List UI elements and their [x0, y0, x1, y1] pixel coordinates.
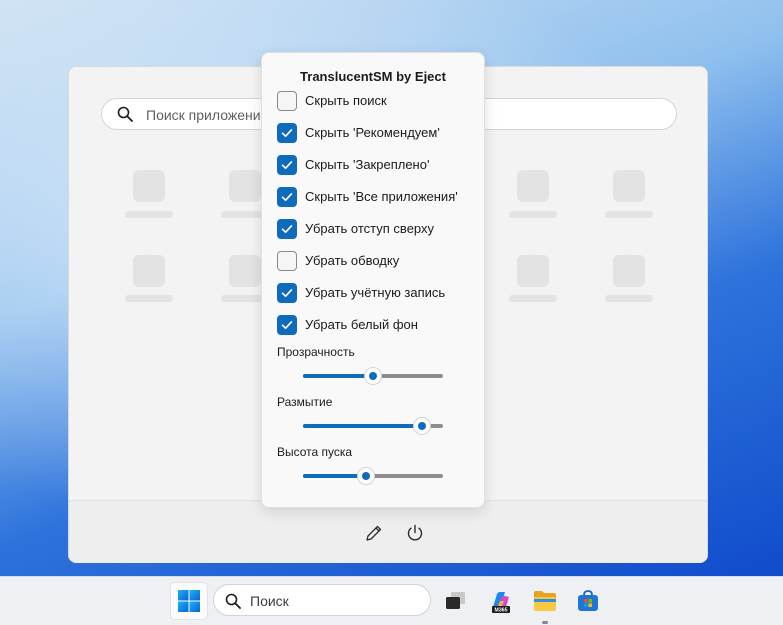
app-tile-placeholder [613, 170, 645, 202]
checkbox[interactable] [277, 123, 297, 143]
slider-label-start-height: Высота пуска [277, 445, 353, 459]
option-label: Убрать отступ сверху [305, 221, 435, 236]
task-view-button[interactable] [437, 582, 475, 620]
start-button[interactable] [170, 582, 208, 620]
option-label: Скрыть 'Рекомендуем' [305, 125, 440, 140]
app-tile-placeholder [517, 255, 549, 287]
slider-thumb[interactable] [364, 367, 382, 385]
checkbox[interactable] [277, 283, 297, 303]
search-icon [117, 106, 133, 122]
checkmark-icon [281, 129, 293, 137]
power-icon[interactable] [405, 523, 425, 543]
checkbox[interactable] [277, 251, 297, 271]
slider-fill [303, 424, 422, 428]
checkmark-icon [281, 161, 293, 169]
checkmark-icon [281, 193, 293, 201]
checkbox[interactable] [277, 315, 297, 335]
slider-thumb[interactable] [357, 467, 375, 485]
checkbox[interactable] [277, 91, 297, 111]
app-label-placeholder [509, 211, 557, 218]
option-label: Скрыть 'Закреплено' [305, 157, 430, 172]
app-tile-placeholder [613, 255, 645, 287]
checkmark-icon [281, 225, 293, 233]
taskbar-search-placeholder: Поиск [250, 593, 289, 609]
start-menu-footer [69, 500, 707, 563]
slider-fill [303, 374, 373, 378]
slider-label-blur: Размытие [277, 395, 333, 409]
task-view-icon [446, 592, 465, 609]
start-windows-icon [178, 590, 200, 612]
copilot-m365-icon: M365 [492, 592, 510, 614]
checkmark-icon [281, 321, 293, 329]
app-tile-placeholder [517, 170, 549, 202]
app-label-placeholder [605, 211, 653, 218]
option-label: Убрать учётную запись [305, 285, 446, 300]
slider-thumb[interactable] [413, 417, 431, 435]
slider-start-height[interactable] [303, 467, 443, 485]
option-label: Убрать обводку [305, 253, 400, 268]
copilot-m365-button[interactable]: M365 [482, 582, 520, 620]
app-label-placeholder [605, 295, 653, 302]
search-icon [225, 593, 241, 609]
panel-title: TranslucentSM by Eject [300, 69, 446, 84]
taskbar: Поиск M365 [0, 576, 783, 625]
checkmark-icon [281, 289, 293, 297]
app-tile-placeholder [133, 170, 165, 202]
file-explorer-icon [534, 591, 556, 611]
slider-opacity[interactable] [303, 367, 443, 385]
checkbox[interactable] [277, 155, 297, 175]
microsoft-store-button[interactable] [569, 582, 607, 620]
checkbox[interactable] [277, 219, 297, 239]
taskbar-search-box[interactable]: Поиск [213, 584, 431, 616]
file-explorer-button[interactable] [526, 582, 564, 624]
microsoft-store-icon [578, 590, 598, 611]
option-label: Скрыть 'Все приложения' [305, 189, 458, 204]
edit-pencil-icon[interactable] [364, 523, 384, 543]
app-tile-placeholder [133, 255, 165, 287]
option-label: Убрать белый фон [305, 317, 418, 332]
app-tile-placeholder [229, 255, 261, 287]
svg-text:M365: M365 [495, 608, 508, 614]
slider-blur[interactable] [303, 417, 443, 435]
app-label-placeholder [125, 295, 173, 302]
app-label-placeholder [509, 295, 557, 302]
app-label-placeholder [125, 211, 173, 218]
option-label: Скрыть поиск [305, 93, 387, 108]
start-search-placeholder: Поиск приложени [146, 107, 261, 123]
translucentsm-settings-panel: TranslucentSM by Eject Скрыть поиск Скры… [261, 52, 485, 508]
checkbox[interactable] [277, 187, 297, 207]
app-tile-placeholder [229, 170, 261, 202]
slider-label-opacity: Прозрачность [277, 345, 355, 359]
